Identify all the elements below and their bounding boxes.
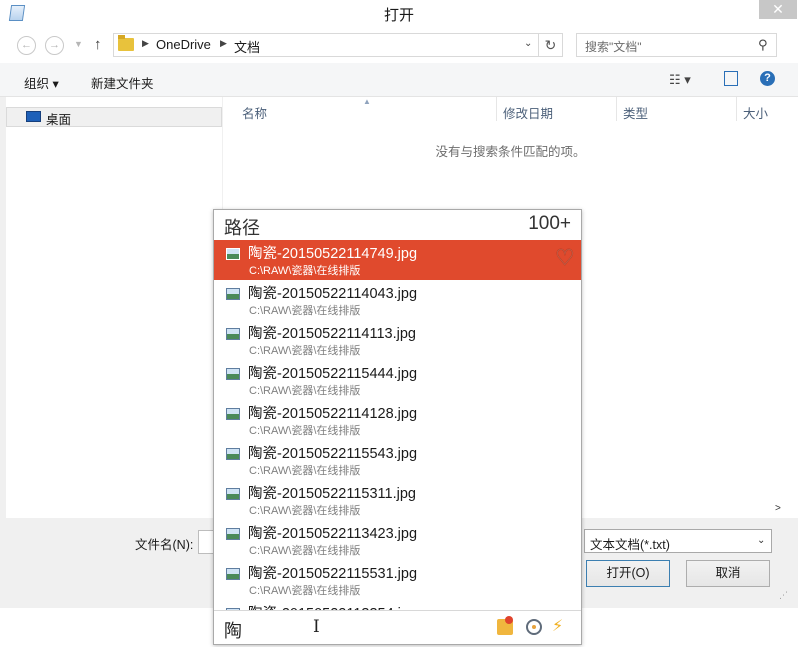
- command-bar: 组织 ▾ 新建文件夹 ☷ ▾ ?: [0, 63, 798, 97]
- result-filename: 陶瓷-20150522115543.jpg: [248, 446, 418, 462]
- column-divider[interactable]: [736, 97, 737, 121]
- result-list: 陶瓷-20150522114749.jpg C:\RAW\瓷器\在线排版 ♡ 陶瓷-2…: [214, 240, 581, 610]
- result-item[interactable]: 陶瓷-20150522115531.jpg C:\RAW\瓷器\在线排版: [214, 560, 581, 600]
- result-item[interactable]: 陶瓷-20150522113423.jpg C:\RAW\瓷器\在线排版: [214, 520, 581, 560]
- image-file-icon: [226, 288, 240, 300]
- filename-label: 文件名(N):: [135, 538, 194, 552]
- result-filename: 陶瓷-20150522113423.jpg: [248, 526, 418, 542]
- column-divider[interactable]: [496, 97, 497, 121]
- empty-message: 没有与搜索条件匹配的项。: [435, 145, 586, 159]
- result-path: C:\RAW\瓷器\在线排版: [249, 545, 361, 557]
- lightning-icon[interactable]: ⚡: [552, 619, 568, 635]
- breadcrumb-documents[interactable]: 文档: [234, 37, 260, 56]
- dialog-title: 打开: [383, 7, 414, 24]
- column-header-size[interactable]: 大小: [743, 103, 768, 122]
- breadcrumb-separator[interactable]: ▶: [220, 38, 227, 49]
- navigation-pane: 桌面: [6, 97, 222, 518]
- back-button[interactable]: ←: [17, 36, 36, 55]
- result-filename: 陶瓷-20150522114113.jpg: [248, 326, 416, 342]
- result-filename: 陶瓷-20150522114128.jpg: [248, 406, 418, 422]
- address-history-dropdown[interactable]: ⌄: [524, 38, 532, 49]
- result-filename: 陶瓷-20150522115444.jpg: [248, 366, 418, 382]
- result-filename: 陶瓷-20150522114749.jpg: [248, 246, 418, 262]
- result-item[interactable]: 陶瓷-20150522115543.jpg C:\RAW\瓷器\在线排版: [214, 440, 581, 480]
- favorite-heart-icon[interactable]: ♡: [555, 245, 576, 271]
- result-item[interactable]: 陶瓷-20150522114043.jpg C:\RAW\瓷器\在线排版: [214, 280, 581, 320]
- popup-footer: 陶 I ⚡: [214, 610, 581, 644]
- result-filename: 陶瓷-20150522115531.jpg: [248, 566, 418, 582]
- result-path: C:\RAW\瓷器\在线排版: [249, 265, 361, 277]
- refresh-button[interactable]: ↻: [539, 33, 563, 57]
- view-options-icon[interactable]: ☷ ▾: [669, 72, 691, 88]
- result-item[interactable]: 陶瓷-20150522113354.jpgC:\RAW\瓷器\在线排版: [214, 600, 581, 610]
- result-path: C:\RAW\瓷器\在线排版: [249, 385, 361, 397]
- address-bar[interactable]: ▶ OneDrive ▶ 文档 ⌄: [113, 33, 539, 57]
- image-file-icon: [226, 488, 240, 500]
- result-path: C:\RAW\瓷器\在线排版: [249, 305, 361, 317]
- popup-header: 路径 100+: [214, 210, 581, 240]
- image-file-icon: [226, 328, 240, 340]
- breadcrumb-onedrive[interactable]: OneDrive: [156, 37, 211, 52]
- preview-pane-icon[interactable]: [724, 71, 738, 86]
- desktop-icon: [26, 111, 41, 122]
- open-button[interactable]: 打开(O): [586, 560, 670, 587]
- result-path: C:\RAW\瓷器\在线排版: [249, 465, 361, 477]
- filetype-select[interactable]: 文本文档(*.txt) ⌄: [584, 529, 772, 553]
- history-icon[interactable]: [526, 619, 542, 635]
- recent-locations-dropdown[interactable]: ▼: [74, 39, 83, 49]
- search-results-popup: 路径 100+ 陶瓷-20150522114749.jpg C:\RAW\瓷器\在…: [213, 209, 582, 645]
- result-item[interactable]: 陶瓷-20150522114113.jpg C:\RAW\瓷器\在线排版: [214, 320, 581, 360]
- resize-grip-icon[interactable]: ⋰: [779, 590, 788, 601]
- column-header-modified[interactable]: 修改日期: [503, 103, 553, 122]
- result-filename: 陶瓷-20150522114043.jpg: [248, 286, 418, 302]
- result-path: C:\RAW\瓷器\在线排版: [249, 425, 361, 437]
- image-file-icon: [226, 248, 240, 260]
- scroll-right-button[interactable]: >: [775, 503, 781, 514]
- result-filename: 陶瓷-20150522113354.jpg: [248, 602, 417, 610]
- forward-button[interactable]: →: [45, 36, 64, 55]
- cancel-button[interactable]: 取消: [686, 560, 770, 587]
- close-button[interactable]: ✕: [759, 0, 797, 19]
- search-icon[interactable]: ⚲: [758, 37, 768, 53]
- search-placeholder: 搜索"文档": [585, 40, 642, 54]
- sort-ascending-icon: ▲: [363, 97, 371, 106]
- result-item[interactable]: 陶瓷-20150522114749.jpg C:\RAW\瓷器\在线排版 ♡: [214, 240, 581, 280]
- result-path: C:\RAW\瓷器\在线排版: [249, 585, 361, 597]
- column-header-name[interactable]: 名称: [242, 103, 267, 122]
- chevron-down-icon: ⌄: [757, 535, 766, 546]
- result-filename: 陶瓷-20150522115311.jpg: [248, 486, 416, 502]
- result-count: 100+: [528, 213, 571, 234]
- breadcrumb-separator[interactable]: ▶: [142, 38, 149, 49]
- organize-menu[interactable]: 组织 ▾: [24, 73, 59, 92]
- search-input[interactable]: 搜索"文档" ⚲: [576, 33, 777, 57]
- new-folder-button[interactable]: 新建文件夹: [91, 73, 154, 92]
- result-path: C:\RAW\瓷器\在线排版: [249, 345, 361, 357]
- sidebar-item-label: 桌面: [46, 113, 72, 127]
- text-cursor-icon: I: [313, 617, 320, 637]
- column-divider[interactable]: [616, 97, 617, 121]
- image-file-icon: [226, 448, 240, 460]
- result-item[interactable]: 陶瓷-20150522114128.jpg C:\RAW\瓷器\在线排版: [214, 400, 581, 440]
- popup-title: 路径: [224, 218, 260, 238]
- query-input[interactable]: 陶: [224, 617, 242, 643]
- filetype-value: 文本文档(*.txt): [590, 538, 670, 552]
- image-file-icon: [226, 528, 240, 540]
- result-item[interactable]: 陶瓷-20150522115311.jpg C:\RAW\瓷器\在线排版: [214, 480, 581, 520]
- navigation-bar: ← → ▼ ↑ ▶ OneDrive ▶ 文档 ⌄ ↻ 搜索"文档" ⚲: [0, 27, 798, 63]
- title-bar: 打开 ✕: [0, 0, 798, 27]
- result-item[interactable]: 陶瓷-20150522115444.jpg C:\RAW\瓷器\在线排版: [214, 360, 581, 400]
- image-file-icon: [226, 408, 240, 420]
- image-file-icon: [226, 568, 240, 580]
- up-button[interactable]: ↑: [94, 36, 102, 53]
- image-file-icon: [226, 368, 240, 380]
- column-header-type[interactable]: 类型: [623, 103, 648, 122]
- open-folder-icon[interactable]: [497, 616, 513, 635]
- help-icon[interactable]: ?: [760, 71, 775, 86]
- result-path: C:\RAW\瓷器\在线排版: [249, 505, 361, 517]
- folder-icon: [118, 35, 134, 51]
